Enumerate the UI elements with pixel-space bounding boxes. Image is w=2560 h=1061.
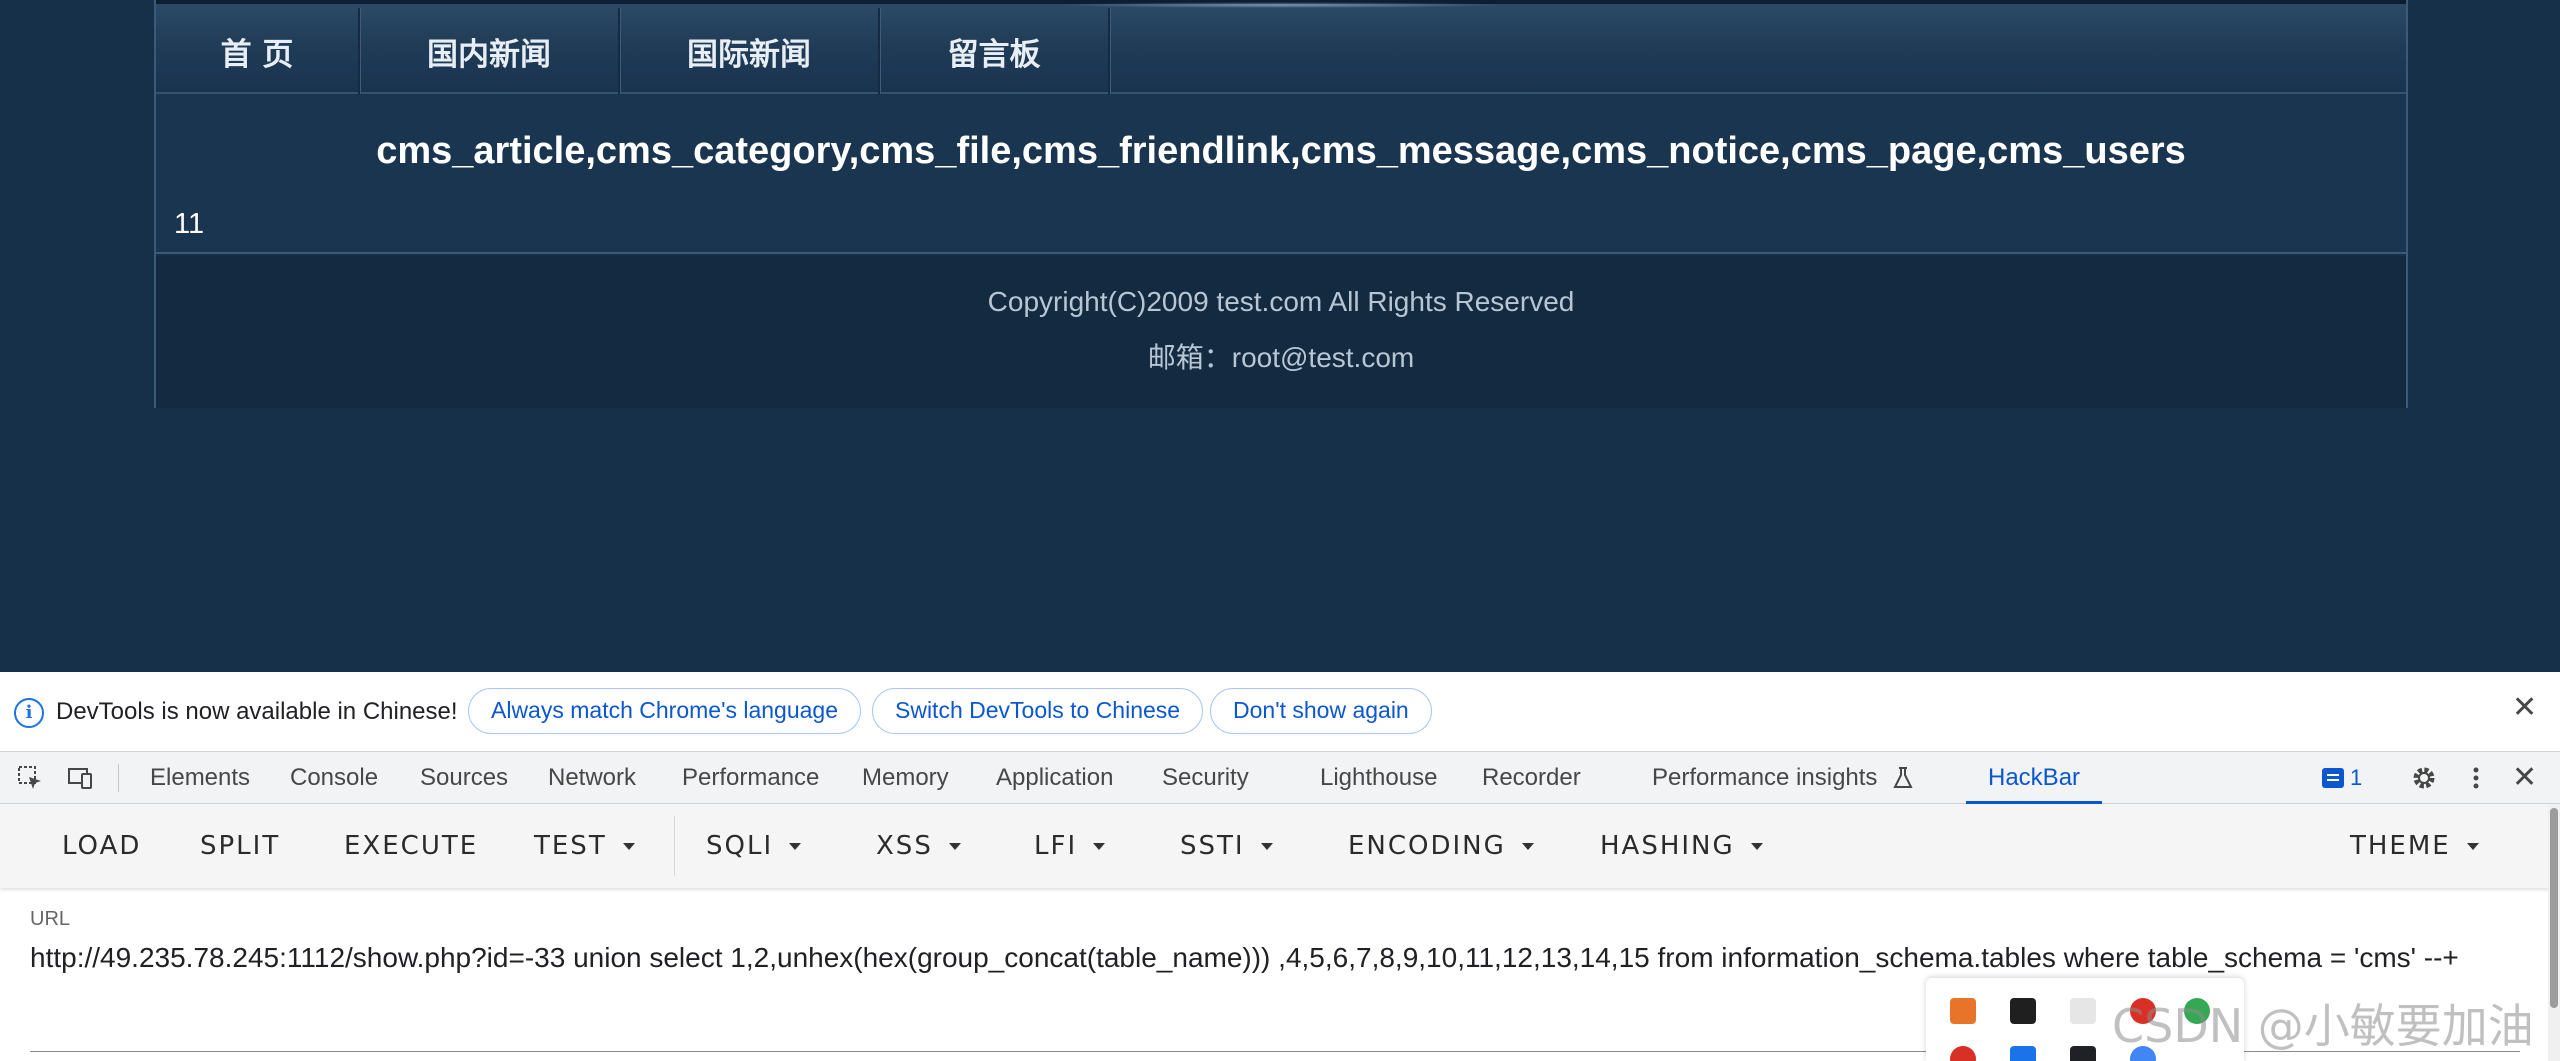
app-tray-icon[interactable] [2184,998,2210,1024]
app-tray-icon[interactable] [2070,998,2096,1024]
website-viewport: 首 页 国内新闻 国际新闻 留言板 cms_article,cms_catego… [0,0,2560,672]
tab-hackbar[interactable]: HackBar [1966,752,2103,804]
nav-items: 首 页 国内新闻 国际新闻 留言板 [156,8,1110,94]
flask-icon [1893,767,1913,788]
theme-label: THEME [2350,831,2451,861]
app-tray-icon[interactable] [2010,998,2036,1024]
app-tray-icon[interactable] [2130,998,2156,1024]
chevron-down-icon [2466,843,2479,850]
toolbar-separator [118,764,119,792]
toolbar-divider [674,816,675,876]
issues-count: 1 [2350,765,2363,790]
main-nav: 首 页 国内新闻 国际新闻 留言板 [156,0,2406,94]
app-tray-icon[interactable] [1950,1046,1976,1061]
device-toolbar-icon[interactable] [66,764,94,792]
tab-sources[interactable]: Sources [420,752,508,804]
nav-home[interactable]: 首 页 [156,8,360,94]
article-content: cms_article,cms_category,cms_file,cms_fr… [156,94,2406,254]
language-infobar: i DevTools is now available in Chinese! … [0,672,2560,752]
ssti-label: SSTI [1180,831,1245,861]
nav-international-news[interactable]: 国际新闻 [620,8,880,94]
nav-message-board[interactable]: 留言板 [880,8,1110,94]
panel-scrollbar[interactable] [2548,804,2560,1061]
system-tray-popup [1926,978,2244,1061]
theme-dropdown[interactable]: THEME [2350,804,2479,888]
close-infobar-icon[interactable]: ✕ [2512,690,2537,725]
app-tray-icon[interactable] [2070,1046,2096,1061]
info-icon: i [14,698,44,728]
encoding-label: ENCODING [1348,831,1506,861]
article-title: cms_article,cms_category,cms_file,cms_fr… [376,130,2186,172]
nav-highlight [1056,2,1506,8]
tab-performance[interactable]: Performance [682,752,819,804]
chevron-down-icon [789,843,802,850]
tab-security[interactable]: Security [1162,752,1249,804]
tab-recorder[interactable]: Recorder [1482,752,1581,804]
more-options-icon[interactable] [2462,764,2490,792]
test-dropdown[interactable]: TEST [534,804,635,888]
encoding-dropdown[interactable]: ENCODING [1348,804,1534,888]
split-button[interactable]: SPLIT [200,804,280,888]
app-tray-icon[interactable] [1950,998,1976,1024]
article-body: 11 [174,208,205,240]
issues-badge[interactable]: 1 [2322,764,2362,792]
ssti-dropdown[interactable]: SSTI [1180,804,1273,888]
tab-performance-insights[interactable]: Performance insights [1652,752,1913,804]
tab-application[interactable]: Application [996,752,1113,804]
chevron-down-icon [1750,843,1763,850]
dont-show-again-button[interactable]: Don't show again [1210,688,1432,734]
site-footer: Copyright(C)2009 test.com All Rights Res… [156,256,2406,408]
devtools-tabbar: Elements Console Sources Network Perform… [0,752,2560,804]
sqli-dropdown[interactable]: SQLI [706,804,802,888]
xss-dropdown[interactable]: XSS [876,804,961,888]
load-button[interactable]: LOAD [62,804,141,888]
tab-memory[interactable]: Memory [862,752,949,804]
scrollbar-thumb[interactable] [2550,808,2558,1008]
chevron-down-icon [1093,843,1106,850]
footer-email: 邮箱：root@test.com [1147,342,1415,373]
tab-lighthouse[interactable]: Lighthouse [1320,752,1437,804]
hashing-label: HASHING [1600,831,1735,861]
tab-performance-insights-label: Performance insights [1652,764,1878,791]
switch-to-chinese-button[interactable]: Switch DevTools to Chinese [872,688,1204,734]
chevron-down-icon [948,843,961,850]
nav-domestic-news[interactable]: 国内新闻 [360,8,620,94]
tab-console[interactable]: Console [290,752,378,804]
chevron-down-icon [1521,843,1534,850]
site-container: 首 页 国内新闻 国际新闻 留言板 cms_article,cms_catego… [154,0,2408,408]
execute-button[interactable]: EXECUTE [344,804,478,888]
infobar-message: DevTools is now available in Chinese! [56,698,458,725]
xss-label: XSS [876,831,933,861]
sqli-label: SQLI [706,831,774,861]
lfi-label: LFI [1034,831,1078,861]
chevron-down-icon [622,843,635,850]
lfi-dropdown[interactable]: LFI [1034,804,1106,888]
message-icon [2322,768,2344,788]
settings-gear-icon[interactable] [2410,764,2438,792]
app-tray-icon[interactable] [2130,1046,2156,1061]
url-label: URL [30,908,71,930]
footer-copyright: Copyright(C)2009 test.com All Rights Res… [987,286,1575,317]
match-language-button[interactable]: Always match Chrome's language [468,688,861,734]
devtools-panel: i DevTools is now available in Chinese! … [0,672,2560,1061]
hackbar-toolbar: LOAD SPLIT EXECUTE TEST SQLI XSS LFI SST… [0,804,2560,888]
inspect-element-icon[interactable] [16,764,44,792]
close-devtools-icon[interactable]: ✕ [2512,760,2537,795]
test-label: TEST [534,831,607,861]
tab-elements[interactable]: Elements [150,752,250,804]
hashing-dropdown[interactable]: HASHING [1600,804,1763,888]
tab-network[interactable]: Network [548,752,636,804]
chevron-down-icon [1260,843,1273,850]
app-tray-icon[interactable] [2010,1046,2036,1061]
